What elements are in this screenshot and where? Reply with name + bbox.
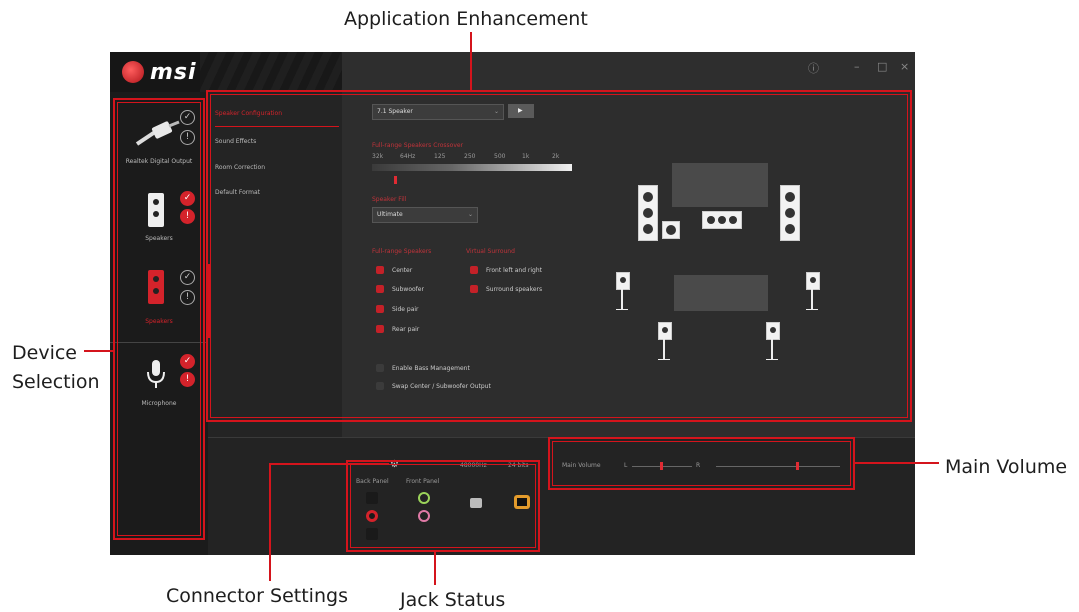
leader-main-volume xyxy=(855,462,939,464)
title-bar: ⓘ – □ × xyxy=(342,52,915,92)
callout-jack-status: Jack Status xyxy=(400,589,506,611)
leader-device-selection xyxy=(84,350,114,352)
leader-application-enhancement xyxy=(470,32,472,92)
leader-connector-h xyxy=(269,463,389,465)
brand-bar: msi xyxy=(110,52,342,92)
leader-connector-v xyxy=(269,463,271,581)
callout-main-volume: Main Volume xyxy=(945,456,1068,478)
leader-jack-status xyxy=(434,551,436,585)
dragon-icon xyxy=(122,61,144,83)
msi-logo: msi xyxy=(122,59,197,85)
highlight-device-selection xyxy=(113,98,205,540)
highlight-application-enhancement xyxy=(206,90,912,422)
highlight-main-volume xyxy=(548,437,855,490)
minimize-button[interactable]: – xyxy=(854,60,860,73)
callout-application-enhancement: Application Enhancement xyxy=(344,8,588,30)
brand-wordmark: msi xyxy=(150,59,197,85)
callout-device-selection-line1: Device xyxy=(12,342,77,364)
info-icon[interactable]: ⓘ xyxy=(808,60,819,76)
maximize-button[interactable]: □ xyxy=(877,60,887,73)
close-button[interactable]: × xyxy=(900,60,909,73)
callout-device-selection-line2: Selection xyxy=(12,371,100,393)
highlight-jack-status xyxy=(346,460,540,552)
callout-connector-settings: Connector Settings xyxy=(166,585,348,607)
